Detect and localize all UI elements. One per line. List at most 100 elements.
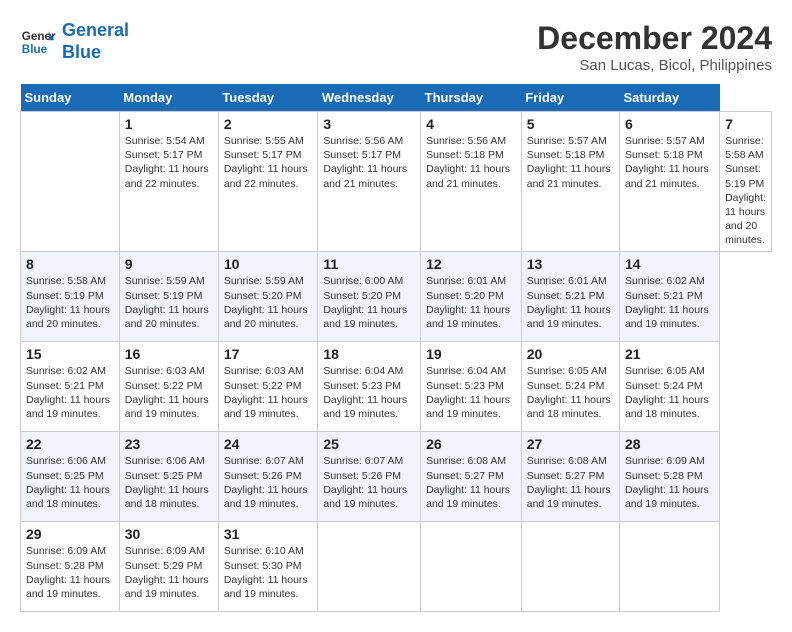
calendar-week-row: 15 Sunrise: 6:02 AM Sunset: 5:21 PM Dayli… [21,342,772,432]
calendar-week-row: 1Sunrise: 5:54 AM Sunset: 5:17 PM Daylig… [21,112,772,252]
calendar-day-cell [318,522,421,612]
logo-line2: Blue [62,42,101,62]
day-info: Sunrise: 6:09 AM Sunset: 5:28 PM Dayligh… [625,454,714,511]
calendar-day-cell: 5 Sunrise: 5:57 AM Sunset: 5:18 PM Daylig… [521,112,619,252]
svg-text:Blue: Blue [22,42,48,55]
day-number: 18 [323,346,415,362]
day-info: Sunrise: 6:05 AM Sunset: 5:24 PM Dayligh… [527,364,614,421]
logo-icon: General Blue [20,24,56,60]
calendar-day-cell: 30 Sunrise: 6:09 AM Sunset: 5:29 PM Dayli… [119,522,218,612]
calendar-day-cell: 26 Sunrise: 6:08 AM Sunset: 5:27 PM Dayli… [421,432,522,522]
day-info: Sunrise: 5:59 AM Sunset: 5:19 PM Dayligh… [125,274,213,331]
calendar-day-cell: 12 Sunrise: 6:01 AM Sunset: 5:20 PM Dayli… [421,252,522,342]
calendar-day-cell: 27Sunrise: 6:08 AM Sunset: 5:27 PM Dayli… [521,432,619,522]
day-number: 30 [125,526,213,542]
calendar-day-cell: 25 Sunrise: 6:07 AM Sunset: 5:26 PM Dayli… [318,432,421,522]
calendar-day-cell: 31 Sunrise: 6:10 AM Sunset: 5:30 PM Dayli… [218,522,318,612]
day-info: Sunrise: 6:09 AM Sunset: 5:29 PM Dayligh… [125,544,213,601]
day-info: Sunrise: 6:09 AM Sunset: 5:28 PM Dayligh… [26,544,114,601]
month-title: December 2024 [537,20,772,57]
calendar-day-cell: 3Sunrise: 5:56 AM Sunset: 5:17 PM Daylig… [318,112,421,252]
day-number: 12 [426,256,516,272]
day-info: Sunrise: 6:01 AM Sunset: 5:21 PM Dayligh… [527,274,614,331]
day-number: 5 [527,116,614,132]
day-number: 24 [224,436,313,452]
day-number: 23 [125,436,213,452]
calendar-day-cell [421,522,522,612]
day-info: Sunrise: 6:05 AM Sunset: 5:24 PM Dayligh… [625,364,714,421]
day-number: 10 [224,256,313,272]
calendar-day-cell: 9Sunrise: 5:59 AM Sunset: 5:19 PM Daylig… [119,252,218,342]
day-number: 2 [224,116,313,132]
day-info: Sunrise: 6:02 AM Sunset: 5:21 PM Dayligh… [625,274,714,331]
day-info: Sunrise: 6:03 AM Sunset: 5:22 PM Dayligh… [125,364,213,421]
day-number: 8 [26,256,114,272]
calendar-day-cell [21,112,120,252]
day-info: Sunrise: 5:57 AM Sunset: 5:18 PM Dayligh… [527,134,614,191]
day-number: 31 [224,526,313,542]
calendar-day-cell: 23 Sunrise: 6:06 AM Sunset: 5:25 PM Dayli… [119,432,218,522]
calendar-week-row: 8 Sunrise: 5:58 AM Sunset: 5:19 PM Daylig… [21,252,772,342]
calendar-day-cell: 14Sunrise: 6:02 AM Sunset: 5:21 PM Dayli… [619,252,719,342]
day-number: 27 [527,436,614,452]
calendar-week-row: 22 Sunrise: 6:06 AM Sunset: 5:25 PM Dayli… [21,432,772,522]
calendar-day-cell: 17Sunrise: 6:03 AM Sunset: 5:22 PM Dayli… [218,342,318,432]
day-info: Sunrise: 5:58 AM Sunset: 5:19 PM Dayligh… [26,274,114,331]
day-number: 22 [26,436,114,452]
day-info: Sunrise: 5:56 AM Sunset: 5:18 PM Dayligh… [426,134,516,191]
calendar-day-cell: 19 Sunrise: 6:04 AM Sunset: 5:23 PM Dayli… [421,342,522,432]
calendar-day-cell: 11 Sunrise: 6:00 AM Sunset: 5:20 PM Dayli… [318,252,421,342]
day-info: Sunrise: 6:08 AM Sunset: 5:27 PM Dayligh… [426,454,516,511]
day-number: 26 [426,436,516,452]
calendar-day-cell [619,522,719,612]
day-number: 28 [625,436,714,452]
day-info: Sunrise: 6:07 AM Sunset: 5:26 PM Dayligh… [224,454,313,511]
day-header-wednesday: Wednesday [318,84,421,112]
calendar-body: 1Sunrise: 5:54 AM Sunset: 5:17 PM Daylig… [21,112,772,612]
day-info: Sunrise: 5:58 AM Sunset: 5:19 PM Dayligh… [725,134,766,247]
day-header-thursday: Thursday [421,84,522,112]
calendar-day-cell: 4 Sunrise: 5:56 AM Sunset: 5:18 PM Daylig… [421,112,522,252]
day-number: 19 [426,346,516,362]
day-info: Sunrise: 5:56 AM Sunset: 5:17 PM Dayligh… [323,134,415,191]
day-number: 20 [527,346,614,362]
day-info: Sunrise: 6:07 AM Sunset: 5:26 PM Dayligh… [323,454,415,511]
calendar-day-cell: 20 Sunrise: 6:05 AM Sunset: 5:24 PM Dayli… [521,342,619,432]
day-info: Sunrise: 5:59 AM Sunset: 5:20 PM Dayligh… [224,274,313,331]
day-header-saturday: Saturday [619,84,719,112]
day-info: Sunrise: 5:57 AM Sunset: 5:18 PM Dayligh… [625,134,714,191]
calendar-day-cell: 10 Sunrise: 5:59 AM Sunset: 5:20 PM Dayli… [218,252,318,342]
calendar-day-cell: 7Sunrise: 5:58 AM Sunset: 5:19 PM Daylig… [720,112,772,252]
day-info: Sunrise: 5:55 AM Sunset: 5:17 PM Dayligh… [224,134,313,191]
day-info: Sunrise: 6:06 AM Sunset: 5:25 PM Dayligh… [26,454,114,511]
day-info: Sunrise: 6:10 AM Sunset: 5:30 PM Dayligh… [224,544,313,601]
calendar-table: SundayMondayTuesdayWednesdayThursdayFrid… [20,84,772,612]
day-info: Sunrise: 6:01 AM Sunset: 5:20 PM Dayligh… [426,274,516,331]
day-header-tuesday: Tuesday [218,84,318,112]
calendar-day-cell: 16Sunrise: 6:03 AM Sunset: 5:22 PM Dayli… [119,342,218,432]
calendar-day-cell [521,522,619,612]
day-number: 6 [625,116,714,132]
day-number: 4 [426,116,516,132]
day-info: Sunrise: 6:06 AM Sunset: 5:25 PM Dayligh… [125,454,213,511]
day-info: Sunrise: 5:54 AM Sunset: 5:17 PM Dayligh… [125,134,213,191]
day-number: 15 [26,346,114,362]
day-info: Sunrise: 6:03 AM Sunset: 5:22 PM Dayligh… [224,364,313,421]
calendar-day-cell: 22 Sunrise: 6:06 AM Sunset: 5:25 PM Dayli… [21,432,120,522]
calendar-day-cell: 21 Sunrise: 6:05 AM Sunset: 5:24 PM Dayli… [619,342,719,432]
page-header: General Blue General Blue December 2024 … [20,20,772,74]
day-header-monday: Monday [119,84,218,112]
day-header-friday: Friday [521,84,619,112]
day-header-sunday: Sunday [21,84,120,112]
day-info: Sunrise: 6:02 AM Sunset: 5:21 PM Dayligh… [26,364,114,421]
day-info: Sunrise: 6:00 AM Sunset: 5:20 PM Dayligh… [323,274,415,331]
day-number: 21 [625,346,714,362]
day-number: 25 [323,436,415,452]
calendar-day-cell: 18 Sunrise: 6:04 AM Sunset: 5:23 PM Dayli… [318,342,421,432]
day-info: Sunrise: 6:04 AM Sunset: 5:23 PM Dayligh… [323,364,415,421]
day-number: 11 [323,256,415,272]
day-info: Sunrise: 6:04 AM Sunset: 5:23 PM Dayligh… [426,364,516,421]
day-number: 29 [26,526,114,542]
title-block: December 2024 San Lucas, Bicol, Philippi… [537,20,772,74]
logo: General Blue General Blue [20,20,129,63]
